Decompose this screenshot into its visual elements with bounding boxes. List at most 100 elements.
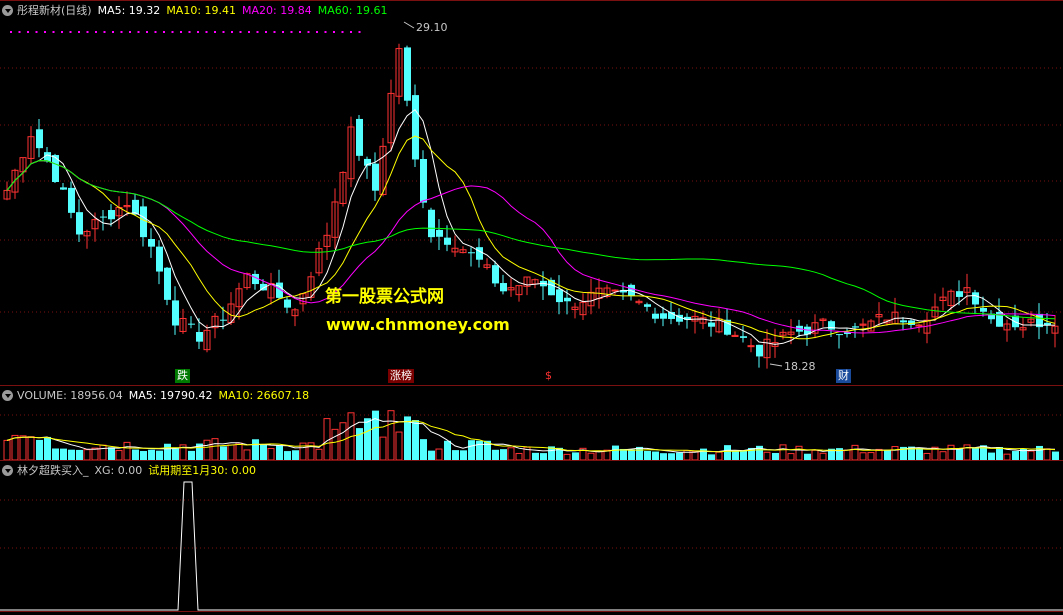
candle-body xyxy=(476,247,483,260)
volume-bar xyxy=(123,441,131,460)
collapse-icon[interactable] xyxy=(2,389,13,401)
signal-finance: 财 xyxy=(836,369,851,383)
volume-bar xyxy=(115,450,123,460)
candle-body xyxy=(556,289,563,303)
marker-dot xyxy=(44,31,46,33)
marker-dot xyxy=(239,31,242,33)
marker-dot xyxy=(307,31,310,33)
candle-body xyxy=(468,252,475,254)
marker-dot xyxy=(197,31,199,33)
marker-dot xyxy=(316,31,318,33)
marker-dot xyxy=(341,31,344,33)
volume-bar xyxy=(276,445,283,460)
volume-bar xyxy=(36,439,43,460)
volume-bar xyxy=(404,416,411,460)
volume-bar xyxy=(148,449,155,460)
price-chart-pane[interactable]: 彤程新材(日线) MA5: 19.32 MA10: 19.41 MA20: 19… xyxy=(0,0,1063,385)
volume-bar xyxy=(260,444,267,460)
volume-bar xyxy=(203,439,211,460)
volume-bar xyxy=(956,448,963,460)
candle-body xyxy=(444,237,451,245)
volume-bar xyxy=(108,447,115,460)
candle-body xyxy=(148,239,155,247)
candle-body xyxy=(220,319,227,321)
marker-dot xyxy=(256,31,259,33)
marker-dot xyxy=(265,31,267,33)
volume-bar xyxy=(11,434,19,460)
marker-dot xyxy=(222,31,225,33)
volume-bar xyxy=(428,450,435,460)
marker-dot xyxy=(69,31,72,33)
candle-body xyxy=(100,216,107,218)
volume-bar xyxy=(1027,450,1035,460)
volume-bar xyxy=(372,410,379,460)
volume-bar xyxy=(867,452,875,460)
collapse-icon[interactable] xyxy=(2,464,13,476)
candle-body xyxy=(68,187,75,213)
marker-dot xyxy=(290,31,293,33)
volume-bar xyxy=(156,450,163,460)
marker-dot xyxy=(324,31,327,33)
marker-dot xyxy=(163,31,165,33)
volume-bar xyxy=(227,444,235,460)
candle-body xyxy=(76,212,83,235)
candle-body xyxy=(915,324,923,327)
candle-body xyxy=(492,265,499,284)
volume-bar xyxy=(68,449,75,460)
candle-body xyxy=(980,307,987,312)
volume-bar xyxy=(27,436,35,460)
ma5-value: MA5: 19.32 xyxy=(97,3,161,17)
volume-bar xyxy=(595,450,603,460)
indicator-chart[interactable] xyxy=(0,460,1063,615)
marker-dot xyxy=(273,31,276,33)
volume-bar xyxy=(19,435,27,460)
indicator-trial: 试用期至1月30: 0.00 xyxy=(148,464,256,477)
volume-bar xyxy=(715,451,723,460)
marker-dot xyxy=(214,31,216,33)
candle-body xyxy=(196,332,203,342)
candle-body xyxy=(972,292,979,305)
indicator-name: 林夕超跌买入_ xyxy=(17,464,89,477)
volume-bar xyxy=(819,452,827,460)
volume-bar xyxy=(44,436,51,460)
volume-bar xyxy=(947,444,955,460)
collapse-icon[interactable] xyxy=(2,4,13,16)
volume-bar xyxy=(916,447,923,460)
candle-body xyxy=(852,326,859,328)
volume-bar xyxy=(267,448,275,460)
volume-bar xyxy=(252,439,259,460)
marker-dot xyxy=(61,31,63,33)
volume-bar xyxy=(691,451,699,460)
volume-bar xyxy=(412,420,419,460)
volume-ma10: MA10: 26607.18 xyxy=(218,388,310,402)
volume-bar xyxy=(875,448,883,460)
volume-bar xyxy=(532,452,539,460)
volume-pane[interactable]: VOLUME: 18956.04 MA5: 19790.42 MA10: 266… xyxy=(0,385,1063,460)
signal-rise-list: 涨榜 xyxy=(388,369,414,383)
volume-bar xyxy=(164,443,171,460)
ma20-value: MA20: 19.84 xyxy=(242,3,312,17)
volume-bar xyxy=(284,451,291,460)
marker-dot xyxy=(95,31,97,33)
volume-bar xyxy=(1012,451,1019,460)
candle-body xyxy=(164,267,171,300)
indicator-pane[interactable]: 林夕超跌买入_ XG: 0.00 试用期至1月30: 0.00 xyxy=(0,460,1063,615)
candle-body xyxy=(284,299,291,308)
signal-fall: 跌 xyxy=(175,369,190,383)
volume-bar xyxy=(500,449,507,460)
marker-dot xyxy=(146,31,148,33)
marker-dot xyxy=(120,31,123,33)
volume-bar xyxy=(540,453,547,460)
volume-bar xyxy=(99,444,107,460)
volume-bar xyxy=(620,448,627,460)
candlestick-chart[interactable] xyxy=(0,0,1063,385)
marker-dot xyxy=(205,31,208,33)
candle-body xyxy=(956,291,963,297)
candle-body xyxy=(708,322,715,327)
volume-bar xyxy=(220,446,227,460)
volume-bar xyxy=(996,447,1003,460)
volume-bar xyxy=(468,440,475,460)
volume-bar xyxy=(772,452,779,460)
volume-bar xyxy=(939,451,947,460)
volume-bar xyxy=(60,448,67,460)
